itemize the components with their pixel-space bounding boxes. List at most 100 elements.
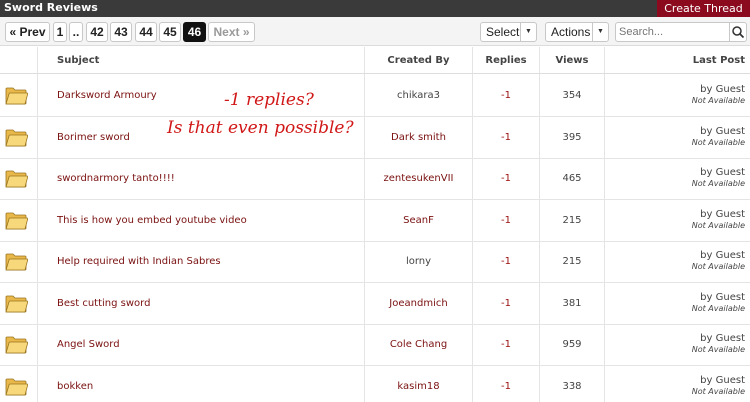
thread-replies: -1 (501, 173, 511, 184)
thread-last-post: by Guest Not Available (620, 84, 745, 106)
last-post-date: Not Available (691, 179, 745, 188)
thread-subject-link[interactable]: Borimer sword (57, 117, 130, 158)
folder-icon (5, 295, 28, 313)
caret-down-icon: ▼ (520, 23, 536, 41)
thread-replies: -1 (501, 256, 511, 267)
page-44-button[interactable]: 44 (135, 22, 157, 42)
thread-subject-link[interactable]: Best cutting sword (57, 283, 150, 324)
last-post-author: by Guest (700, 126, 745, 137)
search-box (615, 22, 747, 42)
thread-views: 381 (562, 298, 582, 309)
annotation-line-1: -1 replies? (224, 90, 314, 110)
table-row: Help required with Indian Sabres lorny -… (0, 241, 750, 283)
last-post-date: Not Available (691, 304, 745, 313)
next-page-button[interactable]: Next » (208, 22, 255, 42)
folder-icon (5, 378, 28, 396)
folder-icon (5, 129, 28, 147)
select-dropdown-label: Select (486, 25, 520, 39)
thread-last-post: by Guest Not Available (620, 167, 745, 189)
thread-subject-link[interactable]: bokken (57, 366, 93, 402)
table-row: swordnarmory tanto!!!! zentesukenVII -1 … (0, 158, 750, 200)
forum-header-bar: Sword Reviews Create Thread (0, 0, 750, 17)
last-post-date: Not Available (691, 221, 745, 230)
annotation-line-2: Is that even possible? (167, 118, 354, 138)
prev-page-button[interactable]: « Prev (5, 22, 50, 42)
page-46-current: 46 (183, 22, 206, 42)
thread-last-post: by Guest Not Available (620, 126, 745, 148)
page-42-button[interactable]: 42 (86, 22, 108, 42)
last-post-date: Not Available (691, 345, 745, 354)
thread-subject-link[interactable]: This is how you embed youtube video (57, 200, 247, 241)
table-row: Angel Sword Cole Chang -1 959 by Guest N… (0, 324, 750, 366)
thread-toolbar: « Prev 1 .. 42 43 44 45 46 Next » Select… (0, 17, 750, 46)
last-post-author: by Guest (700, 250, 745, 261)
page-1-button[interactable]: 1 (53, 22, 67, 42)
thread-last-post: by Guest Not Available (620, 209, 745, 231)
actions-dropdown[interactable]: Actions ▼ (545, 22, 609, 42)
table-row: This is how you embed youtube video Sean… (0, 200, 750, 242)
folder-icon (5, 336, 28, 354)
select-dropdown[interactable]: Select ▼ (480, 22, 537, 42)
page-45-button[interactable]: 45 (159, 22, 181, 42)
thread-replies: -1 (501, 132, 511, 143)
last-post-author: by Guest (700, 209, 745, 220)
forum-title: Sword Reviews (4, 1, 98, 14)
folder-icon (5, 253, 28, 271)
table-row: Best cutting sword Joeandmich -1 381 by … (0, 283, 750, 325)
thread-views: 959 (562, 339, 582, 350)
last-post-date: Not Available (691, 262, 745, 271)
thread-views: 215 (562, 256, 582, 267)
thread-subject-link[interactable]: swordnarmory tanto!!!! (57, 158, 175, 199)
thread-last-post: by Guest Not Available (620, 292, 745, 314)
column-last-post[interactable]: Last Post (620, 47, 745, 74)
thread-subject-link[interactable]: Help required with Indian Sabres (57, 241, 221, 282)
thread-author-link[interactable]: SeanF (365, 200, 472, 241)
table-row: Darksword Armoury chikara3 -1 354 by Gue… (0, 75, 750, 117)
thread-views: 465 (562, 173, 582, 184)
search-input[interactable] (616, 23, 730, 41)
thread-replies: -1 (501, 339, 511, 350)
thread-replies: -1 (501, 90, 511, 101)
thread-last-post: by Guest Not Available (620, 375, 745, 397)
table-row: Borimer sword Dark smith -1 395 by Guest… (0, 117, 750, 159)
column-views[interactable]: Views (540, 47, 604, 74)
folder-icon (5, 170, 28, 188)
last-post-author: by Guest (700, 375, 745, 386)
thread-author: lorny (405, 256, 432, 267)
folder-icon (5, 87, 28, 105)
thread-author-link[interactable]: Dark smith (365, 117, 472, 158)
thread-author: chikara3 (397, 90, 440, 101)
thread-last-post: by Guest Not Available (620, 250, 745, 272)
last-post-date: Not Available (691, 138, 745, 147)
thread-views: 354 (562, 90, 582, 101)
thread-author-link[interactable]: Cole Chang (365, 324, 472, 365)
page-ellipsis: .. (69, 22, 83, 42)
last-post-date: Not Available (691, 387, 745, 396)
table-row: bokken kasim18 -1 338 by Guest Not Avail… (0, 366, 750, 402)
thread-views: 395 (562, 132, 582, 143)
folder-icon (5, 212, 28, 230)
thread-subject-link[interactable]: Angel Sword (57, 324, 120, 365)
last-post-author: by Guest (700, 292, 745, 303)
thread-replies: -1 (501, 215, 511, 226)
column-subject[interactable]: Subject (57, 47, 99, 74)
last-post-date: Not Available (691, 96, 745, 105)
thread-last-post: by Guest Not Available (620, 333, 745, 355)
thread-author-link[interactable]: Joeandmich (365, 283, 472, 324)
thread-author-link[interactable]: zentesukenVII (365, 158, 472, 199)
column-replies[interactable]: Replies (473, 47, 539, 74)
search-icon[interactable] (729, 23, 746, 41)
last-post-author: by Guest (700, 167, 745, 178)
actions-dropdown-label: Actions (551, 25, 591, 39)
column-created-by[interactable]: Created By (365, 47, 472, 74)
thread-table-header: Subject Created By Replies Views Last Po… (0, 47, 750, 74)
last-post-author: by Guest (700, 84, 745, 95)
thread-subject-link[interactable]: Darksword Armoury (57, 75, 157, 116)
thread-views: 338 (562, 381, 582, 392)
caret-down-icon: ▼ (592, 23, 608, 41)
thread-replies: -1 (501, 298, 511, 309)
create-thread-button[interactable]: Create Thread (657, 0, 750, 17)
page-43-button[interactable]: 43 (110, 22, 132, 42)
thread-author-link[interactable]: kasim18 (365, 366, 472, 402)
thread-replies: -1 (501, 381, 511, 392)
